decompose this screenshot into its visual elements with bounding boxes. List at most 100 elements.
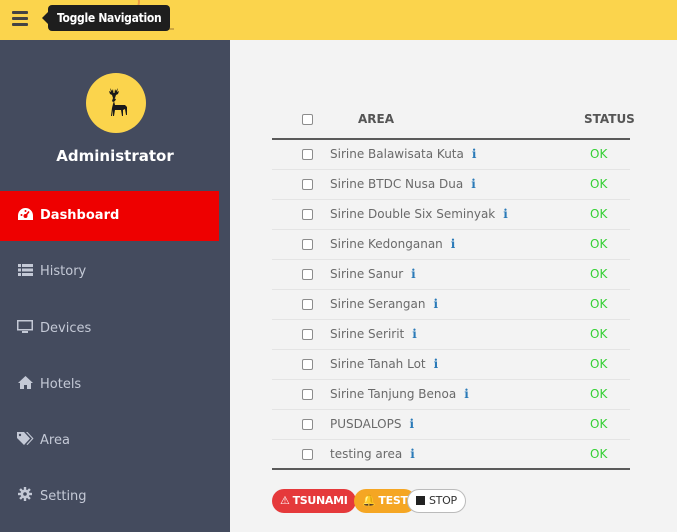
table-row[interactable]: Sirine Seririt i OK <box>272 320 630 350</box>
status-cell: OK <box>590 237 608 251</box>
tag-icon <box>16 416 34 466</box>
area-name: testing area <box>330 447 403 461</box>
tsunami-button[interactable]: ⚠ TSUNAMI <box>272 489 356 513</box>
area-name: Sirine Kedonganan <box>330 237 443 251</box>
area-cell: Sirine Kedonganan i <box>330 230 455 259</box>
status-cell: OK <box>590 327 608 341</box>
row-checkbox[interactable] <box>302 449 313 460</box>
dashboard-icon <box>16 191 34 241</box>
area-cell: PUSDALOPS i <box>330 410 414 439</box>
area-name: Sirine Balawisata Kuta <box>330 147 464 161</box>
row-checkbox[interactable] <box>302 359 313 370</box>
info-icon[interactable]: i <box>412 327 417 341</box>
table-row[interactable]: Sirine Serangan i OK <box>272 290 630 320</box>
tsunami-button-label: TSUNAMI <box>292 494 348 507</box>
row-checkbox[interactable] <box>302 149 313 160</box>
info-icon[interactable]: i <box>434 357 439 371</box>
nav-label-hotels: Hotels <box>40 377 82 392</box>
info-icon[interactable]: i <box>410 447 415 461</box>
nav-label-dashboard: Dashboard <box>40 208 120 223</box>
nav-item-devices[interactable]: Devices <box>0 304 219 354</box>
area-cell: Sirine Tanah Lot i <box>330 350 438 379</box>
area-cell: Sirine Tanjung Benoa i <box>330 380 469 409</box>
status-cell: OK <box>590 417 608 431</box>
row-checkbox[interactable] <box>302 269 313 280</box>
row-checkbox[interactable] <box>302 389 313 400</box>
area-cell: testing area i <box>330 440 415 469</box>
row-checkbox[interactable] <box>302 419 313 430</box>
area-cell: Sirine Seririt i <box>330 320 417 349</box>
area-name: Sirine Sanur <box>330 267 404 281</box>
area-cell: Sirine Balawisata Kuta i <box>330 140 476 169</box>
status-cell: OK <box>590 147 608 161</box>
area-cell: Sirine Sanur i <box>330 260 416 289</box>
row-checkbox[interactable] <box>302 239 313 250</box>
area-name: Sirine Tanah Lot <box>330 357 426 371</box>
row-checkbox[interactable] <box>302 179 313 190</box>
table-row[interactable]: Sirine Tanah Lot i OK <box>272 350 630 380</box>
hamburger-menu-icon[interactable] <box>12 11 28 27</box>
nav-label-setting: Setting <box>40 489 87 504</box>
info-icon[interactable]: i <box>409 417 414 431</box>
table-row[interactable]: Sirine Tanjung Benoa i OK <box>272 380 630 410</box>
status-cell: OK <box>590 267 608 281</box>
siren-status-table: AREA STATUS Sirine Balawisata Kuta i OK Sir… <box>272 99 635 470</box>
stop-button-label: STOP <box>429 494 457 507</box>
area-name: Sirine Serangan <box>330 297 426 311</box>
table-header: AREA STATUS <box>272 99 635 140</box>
warning-icon: ⚠ <box>280 494 290 507</box>
area-cell: Sirine Serangan i <box>330 290 438 319</box>
status-cell: OK <box>590 447 608 461</box>
stop-button[interactable]: STOP <box>407 489 466 513</box>
gear-icon <box>16 472 34 522</box>
area-name: Sirine BTDC Nusa Dua <box>330 177 464 191</box>
stop-icon <box>416 496 425 505</box>
nav-label-history: History <box>40 264 87 279</box>
status-cell: OK <box>590 387 608 401</box>
column-header-area: AREA <box>358 112 395 126</box>
table-row[interactable]: Sirine Sanur i OK <box>272 260 630 290</box>
area-cell: Sirine BTDC Nusa Dua i <box>330 170 476 199</box>
row-checkbox[interactable] <box>302 299 313 310</box>
toggle-navigation-tooltip: Toggle Navigation <box>41 5 171 31</box>
info-icon[interactable]: i <box>471 177 476 191</box>
info-icon[interactable]: i <box>434 297 439 311</box>
select-all-checkbox[interactable] <box>302 114 313 125</box>
info-icon[interactable]: i <box>451 237 456 251</box>
row-checkbox[interactable] <box>302 329 313 340</box>
table-row[interactable]: Sirine Kedonganan i OK <box>272 230 630 260</box>
column-header-status: STATUS <box>584 112 635 126</box>
table-row[interactable]: PUSDALOPS i OK <box>272 410 630 440</box>
test-button-label: TEST <box>378 494 408 507</box>
info-icon[interactable]: i <box>464 387 469 401</box>
area-name: Sirine Tanjung Benoa <box>330 387 457 401</box>
area-cell: Sirine Double Six Seminyak i <box>330 200 508 229</box>
top-bar: Toggle Navigation <box>0 0 677 40</box>
status-cell: OK <box>590 207 608 221</box>
info-icon[interactable]: i <box>472 147 477 161</box>
area-name: Sirine Seririt <box>330 327 405 341</box>
nav-item-hotels[interactable]: Hotels <box>0 360 219 410</box>
table-body: Sirine Balawisata Kuta i OK Sirine BTDC Nus… <box>272 140 630 470</box>
nav-item-setting[interactable]: Setting <box>0 472 219 522</box>
list-icon <box>16 247 34 297</box>
table-row[interactable]: testing area i OK <box>272 440 630 470</box>
user-role: Administrator <box>56 147 174 165</box>
table-row[interactable]: Sirine Double Six Seminyak i OK <box>272 200 630 230</box>
home-icon <box>16 360 34 410</box>
nav-item-history[interactable]: History <box>0 247 219 297</box>
table-row[interactable]: Sirine BTDC Nusa Dua i OK <box>272 170 630 200</box>
bell-icon: 🔔 <box>362 494 376 507</box>
avatar <box>86 73 146 133</box>
info-icon[interactable]: i <box>411 267 416 281</box>
nav-label-devices: Devices <box>40 321 92 336</box>
deer-icon <box>109 88 127 116</box>
nav-item-area[interactable]: Area <box>0 416 219 466</box>
area-name: PUSDALOPS <box>330 417 402 431</box>
status-cell: OK <box>590 357 608 371</box>
info-icon[interactable]: i <box>503 207 508 221</box>
nav-item-dashboard[interactable]: Dashboard <box>0 191 219 241</box>
table-row[interactable]: Sirine Balawisata Kuta i OK <box>272 140 630 170</box>
row-checkbox[interactable] <box>302 209 313 220</box>
nav-label-area: Area <box>40 433 70 448</box>
